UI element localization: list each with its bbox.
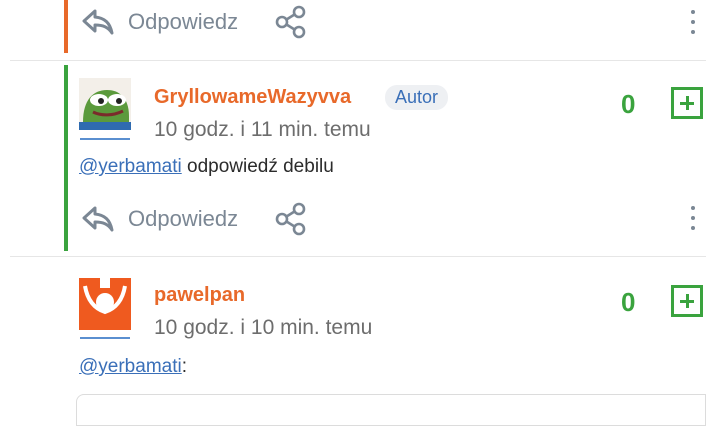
pepe-frog-avatar[interactable] bbox=[79, 78, 131, 130]
mention-link[interactable]: @yerbamati bbox=[79, 356, 182, 377]
comment-body: @yerbamati: bbox=[79, 356, 187, 378]
comment-text: : bbox=[181, 356, 187, 377]
comment-text: odpowiedź debilu bbox=[181, 156, 334, 177]
thread-line-green bbox=[64, 65, 68, 251]
author-badge: Autor bbox=[385, 85, 449, 110]
comment-timestamp: 10 godz. i 10 min. temu bbox=[154, 316, 373, 339]
vote-count: 0 bbox=[621, 287, 636, 317]
reply-arrow-icon bbox=[82, 9, 114, 35]
avatar-underline bbox=[80, 337, 130, 339]
reply-arrow-icon bbox=[82, 206, 114, 232]
comment-timestamp: 10 godz. i 11 min. temu bbox=[154, 118, 371, 141]
divider bbox=[10, 256, 706, 257]
divider bbox=[10, 60, 706, 61]
orange-figure-avatar[interactable] bbox=[79, 278, 131, 330]
reply-label: Odpowiedz bbox=[128, 206, 239, 231]
more-options-icon[interactable] bbox=[687, 8, 699, 36]
avatar-underline bbox=[80, 138, 130, 140]
share-icon[interactable] bbox=[274, 5, 308, 39]
reply-label: Odpowiedz bbox=[128, 9, 239, 34]
comment-username[interactable]: pawelpan bbox=[154, 284, 245, 307]
more-options-icon[interactable] bbox=[687, 204, 699, 232]
upvote-plus-button[interactable] bbox=[671, 285, 703, 317]
comment-username[interactable]: GryllowameWazyvva bbox=[154, 86, 351, 109]
upvote-plus-button[interactable] bbox=[671, 87, 703, 119]
vote-count: 0 bbox=[621, 89, 636, 119]
mention-link[interactable]: @yerbamati bbox=[79, 156, 182, 177]
thread-line-orange bbox=[64, 0, 68, 53]
share-icon[interactable] bbox=[274, 202, 308, 236]
comment-body: @yerbamati odpowiedź debilu bbox=[79, 156, 334, 178]
reply-button[interactable]: Odpowiedz bbox=[82, 8, 238, 36]
comment-actions: Odpowiedz bbox=[82, 201, 308, 237]
reply-input-box[interactable] bbox=[76, 394, 706, 426]
reply-button[interactable]: Odpowiedz bbox=[82, 205, 238, 233]
top-comment-actions: Odpowiedz bbox=[82, 4, 308, 40]
